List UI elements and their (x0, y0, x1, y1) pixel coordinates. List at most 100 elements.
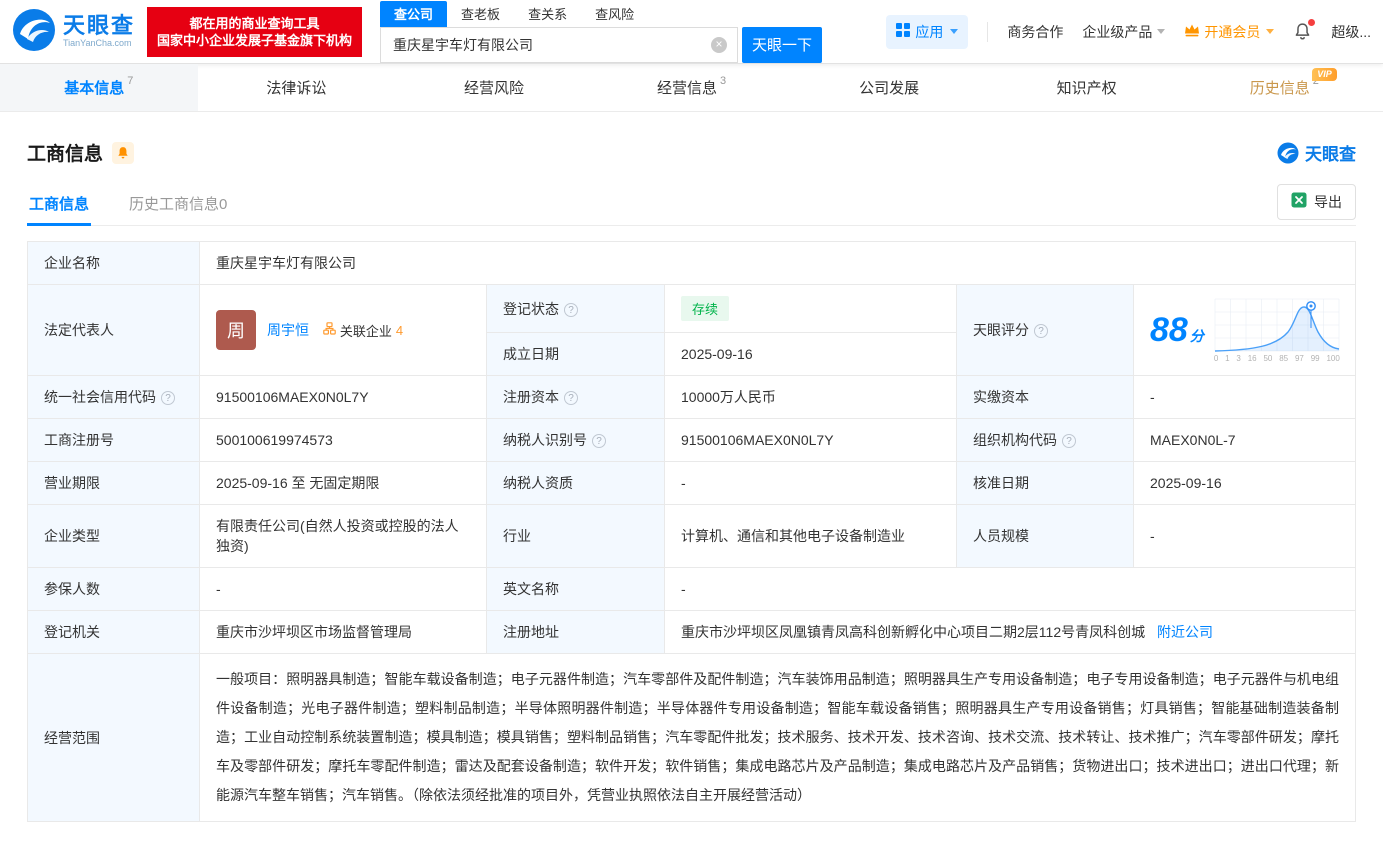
legal-rep-name-link[interactable]: 周宇恒 (267, 322, 309, 338)
chevron-down-icon (1157, 29, 1166, 34)
field-label-english-name: 英文名称 (486, 567, 665, 611)
related-companies-link[interactable]: 关联企业 4 (323, 321, 403, 340)
crown-icon (1184, 23, 1200, 40)
field-label-reg-status: 登记状态 (486, 284, 665, 333)
menu-super-vip[interactable]: 超级... (1331, 22, 1371, 42)
page: 天眼查 TianYanCha.com 都在用的商业查询工具 国家中小企业发展子基… (0, 0, 1383, 852)
field-label-insured-num: 参保人数 (27, 567, 200, 611)
score-value: 88 分 (1150, 311, 1204, 349)
field-value-score: 88 分 0 1 3 16 50 85 97 99 100 (1133, 284, 1356, 376)
field-value-taxpayer-quality: - (664, 461, 957, 505)
menu-cooperation[interactable]: 商务合作 (1007, 22, 1063, 42)
field-value-legal-rep: 周 周宇恒 关联企业 4 (199, 284, 487, 376)
field-label-address: 注册地址 (486, 610, 665, 654)
field-value-insured-num: - (199, 567, 487, 611)
field-value-english-name: - (664, 567, 1356, 611)
search-tab-boss[interactable]: 查老板 (447, 1, 514, 27)
menu-apps[interactable]: 应用 (886, 14, 969, 49)
field-value-staff-size: - (1133, 504, 1356, 568)
table-row: 法定代表人 周 周宇恒 关联企业 4 登记状态? 存续 天眼评分? 88 分 0… (27, 284, 1356, 376)
help-icon[interactable] (564, 391, 578, 405)
tab-operating-info[interactable]: 经营信息 3 (593, 64, 791, 111)
field-value-reg-authority: 重庆市沙坪坝区市场监督管理局 (199, 610, 487, 654)
search-area: 查公司 查老板 查关系 查风险 天眼一下 (380, 0, 823, 63)
menu-open-vip[interactable]: 开通会员 (1184, 22, 1275, 42)
field-value-paid-capital: - (1133, 375, 1356, 419)
menu-enterprise-products[interactable]: 企业级产品 (1082, 22, 1166, 42)
search-tab-company[interactable]: 查公司 (380, 0, 448, 27)
nearby-companies-link[interactable]: 附近公司 (1157, 624, 1213, 640)
help-icon[interactable] (161, 391, 175, 405)
field-label-org-code: 组织机构代码 (956, 418, 1134, 462)
page-title: 工商信息 (27, 144, 104, 165)
field-label-company-type: 企业类型 (27, 504, 200, 568)
tianyancha-logo[interactable]: 天眼查 TianYanCha.com (12, 8, 135, 55)
tab-operating-risk[interactable]: 经营风险 (395, 64, 593, 111)
tab-history-info[interactable]: 历史信息2 VIP (1185, 64, 1383, 111)
tianyancha-small-icon (1277, 142, 1299, 163)
apps-grid-icon (896, 23, 911, 40)
field-value-industry: 计算机、通信和其他电子设备制造业 (664, 504, 957, 568)
field-label-legal-rep: 法定代表人 (27, 284, 200, 376)
tab-intellectual-property[interactable]: 知识产权 (988, 64, 1186, 111)
subtab-business-info[interactable]: 工商信息 (27, 182, 92, 226)
table-row: 登记机关 重庆市沙坪坝区市场监督管理局 注册地址 重庆市沙坪坝区凤凰镇青凤高科创… (27, 610, 1356, 654)
brand-slogan: 都在用的商业查询工具 国家中小企业发展子基金旗下机构 (147, 6, 363, 57)
field-label-score: 天眼评分 (956, 284, 1134, 376)
field-label-establish-date: 成立日期 (486, 332, 665, 376)
export-button[interactable]: 导出 (1277, 183, 1356, 220)
watermark-brand: 天眼查 (1277, 140, 1356, 165)
chevron-down-icon (950, 29, 959, 34)
table-row: 经营范围 一般项目：照明器具制造；智能车载设备制造；电子元器件制造；汽车零部件及… (27, 653, 1356, 822)
logo-subtitle: TianYanCha.com (63, 37, 132, 48)
clear-icon[interactable] (711, 36, 728, 53)
excel-icon (1291, 192, 1307, 211)
field-label-approve-date: 核准日期 (956, 461, 1134, 505)
field-value-business-term: 2025-09-16 至 无固定期限 (199, 461, 487, 505)
search-tab-relation[interactable]: 查关系 (514, 1, 581, 27)
field-value-credit-code: 91500106MAEX0N0L7Y (199, 375, 487, 419)
subtab-history-business-info[interactable]: 历史工商信息0 (127, 182, 229, 225)
notification-bell-icon[interactable] (1293, 19, 1316, 41)
section-header: 工商信息 天眼查 (27, 139, 1356, 166)
table-row: 参保人数 - 英文名称 - (27, 567, 1356, 611)
subscribe-bell-icon[interactable] (112, 141, 135, 164)
help-icon[interactable] (1062, 434, 1076, 448)
legal-rep-avatar[interactable]: 周 (216, 310, 256, 350)
field-value-org-code: MAEX0N0L-7 (1133, 418, 1356, 462)
field-label-taxpayer-no: 纳税人识别号 (486, 418, 665, 462)
field-value-establish-date: 2025-09-16 (664, 332, 957, 376)
field-label-reg-no: 工商注册号 (27, 418, 200, 462)
field-label-business-term: 营业期限 (27, 461, 200, 505)
tab-basic-info[interactable]: 基本信息 7 (0, 64, 198, 111)
search-tab-risk[interactable]: 查风险 (581, 1, 648, 27)
score-distribution-chart: 0 1 3 16 50 85 97 99 100 (1214, 298, 1340, 363)
field-value-reg-no: 500100619974573 (199, 418, 487, 462)
search-input[interactable] (381, 36, 738, 53)
help-icon[interactable] (592, 434, 606, 448)
field-label-reg-capital: 注册资本 (486, 375, 665, 419)
field-label-paid-capital: 实缴资本 (956, 375, 1134, 419)
score-axis: 0 1 3 16 50 85 97 99 100 (1213, 353, 1340, 363)
status-badge: 存续 (681, 296, 730, 321)
main-content: 工商信息 天眼查 工商信息 历史工商信息0 导出 企业名称 重庆星宇车灯有限公司… (0, 139, 1383, 852)
field-value-reg-capital: 10000万人民币 (664, 375, 957, 419)
field-value-address: 重庆市沙坪坝区凤凰镇青凤高科创新孵化中心项目二期2层112号青凤科创城 附近公司 (664, 610, 1356, 654)
help-icon[interactable] (1034, 324, 1048, 338)
field-label-company-name: 企业名称 (27, 241, 200, 285)
search-tabs: 查公司 查老板 查关系 查风险 (380, 0, 822, 27)
chevron-down-icon (1266, 29, 1275, 34)
help-icon[interactable] (564, 302, 578, 317)
field-value-company-name: 重庆星宇车灯有限公司 (199, 241, 1356, 285)
field-label-taxpayer-quality: 纳税人资质 (486, 461, 665, 505)
table-row: 工商注册号 500100619974573 纳税人识别号 91500106MAE… (27, 418, 1356, 462)
notification-dot (1308, 19, 1316, 26)
tab-company-development[interactable]: 公司发展 (790, 64, 988, 111)
menu-divider (987, 21, 989, 42)
vip-badge: VIP (1312, 68, 1337, 81)
search-button[interactable]: 天眼一下 (742, 26, 823, 63)
tianyancha-logo-icon (12, 8, 56, 55)
slogan-line-1: 都在用的商业查询工具 (189, 15, 320, 31)
tab-legal-litigation[interactable]: 法律诉讼 (198, 64, 396, 111)
table-row: 统一社会信用代码 91500106MAEX0N0L7Y 注册资本 10000万人… (27, 375, 1356, 419)
